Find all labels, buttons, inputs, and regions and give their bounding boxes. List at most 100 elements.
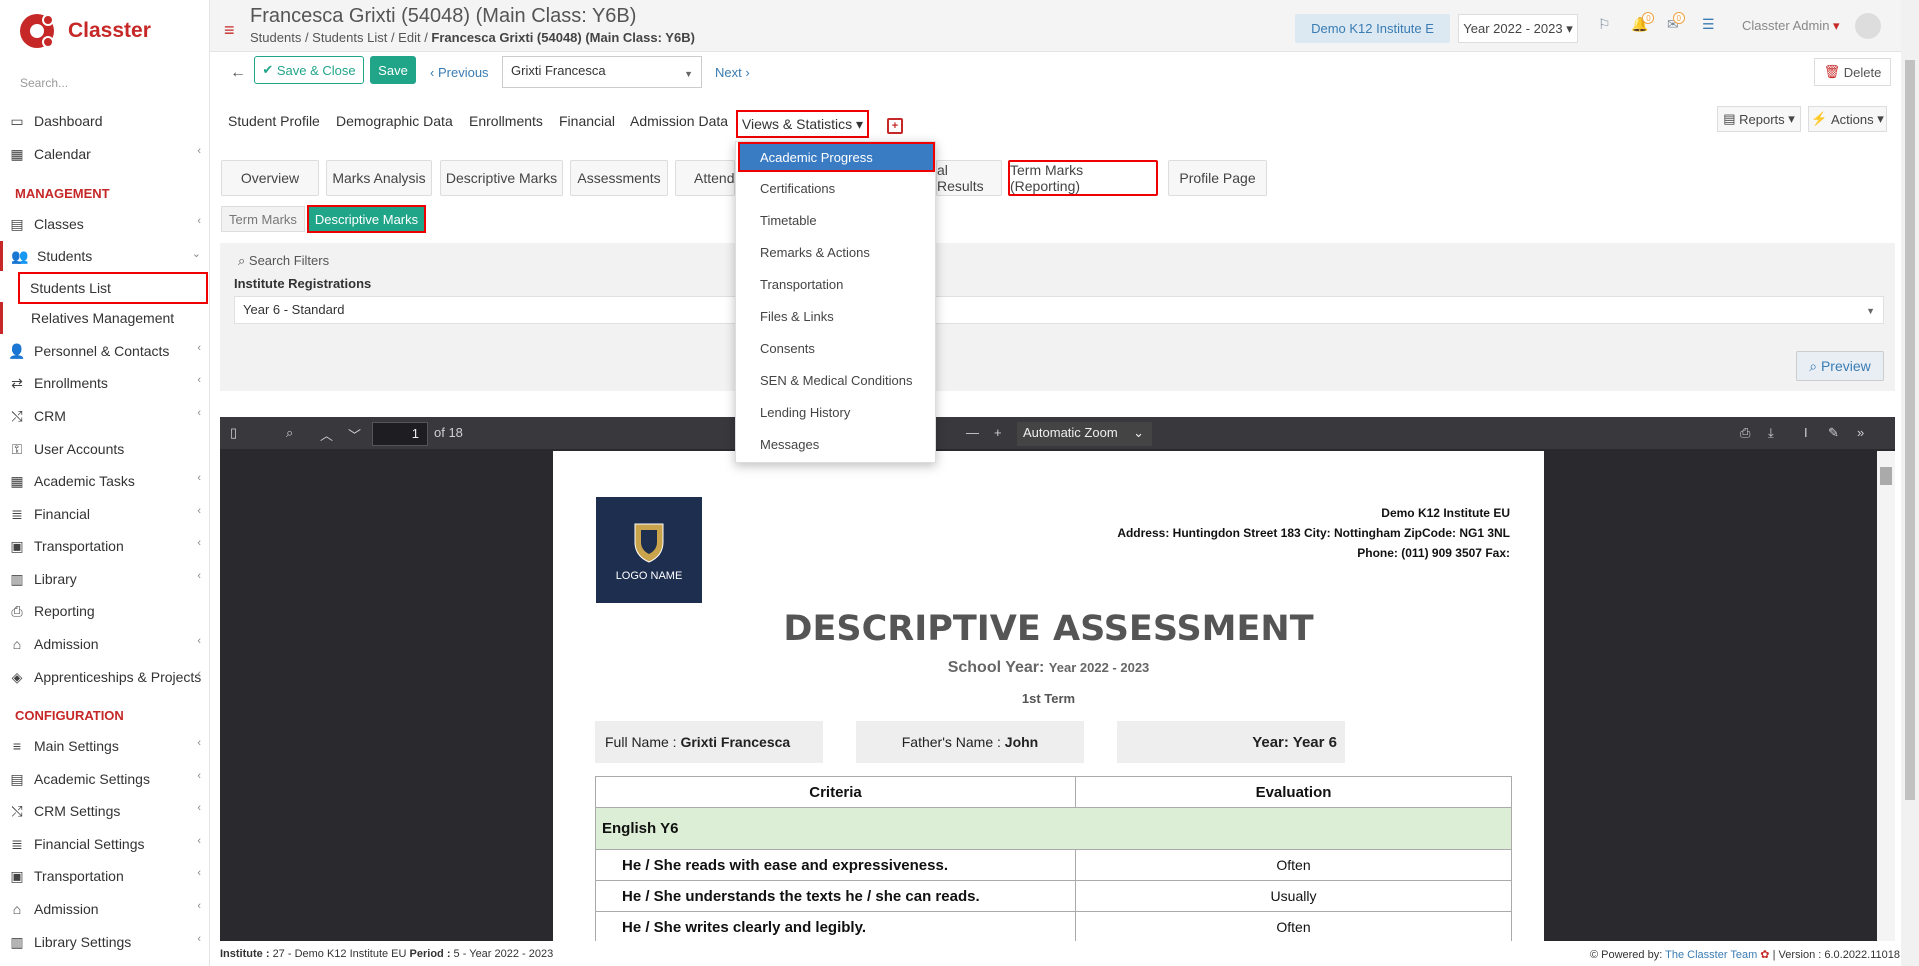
- back-arrow-icon[interactable]: ←: [230, 64, 246, 82]
- menu-item-timetable[interactable]: Timetable: [760, 213, 817, 228]
- table-row: He / She writes clearly and legibly. Ofte…: [595, 911, 1512, 941]
- reports-button[interactable]: ▤ Reports ▾: [1717, 106, 1801, 132]
- tab-student-profile[interactable]: Student Profile: [228, 113, 320, 129]
- sidebar-item-students[interactable]: 👥 Students ⌄: [0, 241, 209, 271]
- menu-item-files-links[interactable]: Files & Links: [760, 309, 834, 324]
- menu-item-academic-progress[interactable]: Academic Progress: [738, 142, 935, 172]
- sidebar-item-academic-settings[interactable]: ▤ Academic Settings ‹: [0, 764, 209, 794]
- subtab-profile-page[interactable]: Profile Page: [1168, 160, 1267, 196]
- subtab-attendance[interactable]: Attend: [675, 160, 735, 196]
- subtab-assessments[interactable]: Assessments: [570, 160, 668, 196]
- sidebar-search-input[interactable]: Search...: [20, 76, 68, 90]
- printer-icon[interactable]: ⎙: [1740, 425, 1750, 441]
- subtab-marks-analysis[interactable]: Marks Analysis: [326, 160, 432, 196]
- preview-button[interactable]: ⌕ Preview: [1796, 351, 1884, 381]
- zoom-in-icon[interactable]: +: [994, 425, 1002, 440]
- actions-button[interactable]: ⚡ Actions ▾: [1808, 106, 1887, 132]
- subtab-overview[interactable]: Overview: [221, 160, 319, 196]
- year-select[interactable]: Year 2022 - 2023 ▾: [1458, 14, 1578, 43]
- tab-views-statistics[interactable]: Views & Statistics ▾: [736, 110, 869, 138]
- previous-link[interactable]: ‹ Previous: [430, 65, 489, 80]
- student-select[interactable]: Grixti Francesca ▼: [502, 56, 702, 88]
- tab-financial[interactable]: Financial: [559, 113, 615, 129]
- institute-button[interactable]: Demo K12 Institute E: [1295, 14, 1450, 43]
- classter-team-link[interactable]: The Classter Team: [1665, 949, 1757, 961]
- layers-icon[interactable]: ☰: [1702, 16, 1715, 33]
- breadcrumb-students[interactable]: Students: [250, 30, 301, 45]
- subtab-term-marks[interactable]: Term Marks: [221, 206, 305, 232]
- user-menu[interactable]: Classter Admin ▾: [1742, 18, 1840, 34]
- sidebar-item-transportation[interactable]: ▣ Transportation ‹: [0, 531, 209, 561]
- sidebar-item-academic-tasks[interactable]: ▦ Academic Tasks ‹: [0, 466, 209, 496]
- tab-enrollments[interactable]: Enrollments: [469, 113, 543, 129]
- pencil-icon[interactable]: ✎: [1828, 425, 1839, 441]
- institution-icon: ⌂: [12, 636, 22, 652]
- menu-item-consents[interactable]: Consents: [760, 341, 815, 356]
- institute-registrations-select[interactable]: Year 6 - Standard ▼: [234, 296, 1884, 324]
- delete-button[interactable]: 🗑 Delete: [1814, 58, 1891, 86]
- zoom-out-icon[interactable]: —: [966, 425, 979, 440]
- print-plus-icon[interactable]: +: [887, 118, 903, 134]
- sidebar-item-library-settings[interactable]: ▥ Library Settings ‹: [0, 927, 209, 957]
- tab-demographic-data[interactable]: Demographic Data: [336, 113, 453, 129]
- avatar[interactable]: [1855, 13, 1881, 39]
- sidebar-item-dashboard[interactable]: ▭ Dashboard: [0, 106, 209, 136]
- search-icon[interactable]: ⌕: [286, 425, 293, 441]
- menu-item-sen-medical[interactable]: SEN & Medical Conditions: [760, 373, 912, 388]
- caret-down-icon: ▾: [1566, 20, 1573, 36]
- pdf-viewer: ▯ ⌕ ︿ ﹀ 1 of 18 — + Automatic Zoom ⌄ ⎙ ⤓ …: [220, 417, 1895, 941]
- sidebar-item-transportation-settings[interactable]: ▣ Transportation ‹: [0, 861, 209, 891]
- search-filters-title[interactable]: ⌕ Search Filters: [238, 253, 329, 269]
- sidebar-item-reporting[interactable]: ⎙ Reporting: [0, 596, 209, 626]
- sidebar-item-enrollments[interactable]: ⇄ Enrollments ‹: [0, 368, 209, 398]
- sidebar-item-classes[interactable]: ▤ Classes ‹: [0, 209, 209, 239]
- mail-icon[interactable]: ✉ 0: [1667, 12, 1685, 33]
- chevron-down-icon[interactable]: ﹀: [348, 425, 361, 444]
- footer-right: © Powered by: The Classter Team ✿ | Vers…: [1589, 949, 1900, 961]
- subtab-descriptive-marks[interactable]: Descriptive Marks: [440, 160, 563, 196]
- pdf-scrollbar-thumb[interactable]: [1880, 467, 1892, 485]
- sidebar-item-personnel[interactable]: 👤 Personnel & Contacts ‹: [0, 336, 209, 366]
- menu-item-messages[interactable]: Messages: [760, 437, 819, 452]
- sidebar-item-admission[interactable]: ⌂ Admission ‹: [0, 629, 209, 659]
- save-close-button[interactable]: ✔ Save & Close: [254, 56, 364, 84]
- sidebar-item-crm-settings[interactable]: ⤭ CRM Settings ‹: [0, 796, 209, 826]
- subtab-final-results[interactable]: al Results: [936, 160, 1002, 196]
- page-scrollbar-thumb[interactable]: [1905, 60, 1915, 800]
- flag-icon[interactable]: ⚐: [1598, 16, 1611, 33]
- bell-icon[interactable]: 🔔 0: [1631, 12, 1655, 33]
- menu-item-lending-history[interactable]: Lending History: [760, 405, 850, 420]
- page-number-input[interactable]: 1: [372, 422, 428, 446]
- menu-item-remarks-actions[interactable]: Remarks & Actions: [760, 245, 870, 260]
- sidebar-sub-relatives[interactable]: Relatives Management: [0, 302, 209, 334]
- download-icon[interactable]: ⤓: [1768, 425, 1774, 441]
- sidebar-item-crm[interactable]: ⤭ CRM ‹: [0, 401, 209, 431]
- hamburger-menu-icon[interactable]: ≡: [224, 20, 235, 41]
- sidebar-item-financial-settings[interactable]: ≣ Financial Settings ‹: [0, 829, 209, 859]
- app-logo[interactable]: Classter: [18, 10, 151, 52]
- sidebar-sub-students-list[interactable]: Students List: [18, 272, 208, 304]
- next-link[interactable]: Next ›: [715, 65, 750, 80]
- menu-item-transportation[interactable]: Transportation: [760, 277, 843, 292]
- tab-admission-data[interactable]: Admission Data: [630, 113, 728, 129]
- sidebar-item-main-settings[interactable]: ≡ Main Settings ‹: [0, 731, 209, 761]
- sidebar-item-admission-settings[interactable]: ⌂ Admission ‹: [0, 894, 209, 924]
- subtab-term-marks-reporting[interactable]: Term Marks (Reporting): [1008, 160, 1158, 196]
- sidebar-item-user-accounts[interactable]: ⚿ User Accounts: [0, 434, 209, 464]
- menu-item-certifications[interactable]: Certifications: [760, 181, 835, 196]
- sidebar-item-library[interactable]: ▥ Library ‹: [0, 564, 209, 594]
- page-scrollbar[interactable]: [1901, 0, 1919, 966]
- save-button[interactable]: Save: [370, 56, 416, 84]
- zoom-select[interactable]: Automatic Zoom ⌄: [1017, 422, 1152, 446]
- breadcrumb-edit[interactable]: Edit: [398, 30, 420, 45]
- chevron-up-icon[interactable]: ︿: [320, 425, 333, 444]
- pdf-scrollbar[interactable]: [1877, 451, 1895, 941]
- sidebar-item-apprenticeships[interactable]: ◈ Apprenticeships & Projects ‹: [0, 662, 209, 692]
- sidebar-toggle-icon[interactable]: ▯: [230, 425, 237, 441]
- text-cursor-icon[interactable]: I: [1804, 425, 1808, 440]
- subtab-descriptive-marks-active[interactable]: Descriptive Marks: [307, 205, 426, 233]
- double-chevron-right-icon[interactable]: »: [1857, 425, 1864, 440]
- sidebar-item-financial[interactable]: ≣ Financial ‹: [0, 499, 209, 529]
- breadcrumb-students-list[interactable]: Students List: [312, 30, 387, 45]
- sidebar-item-calendar[interactable]: ▦ Calendar ‹: [0, 139, 209, 169]
